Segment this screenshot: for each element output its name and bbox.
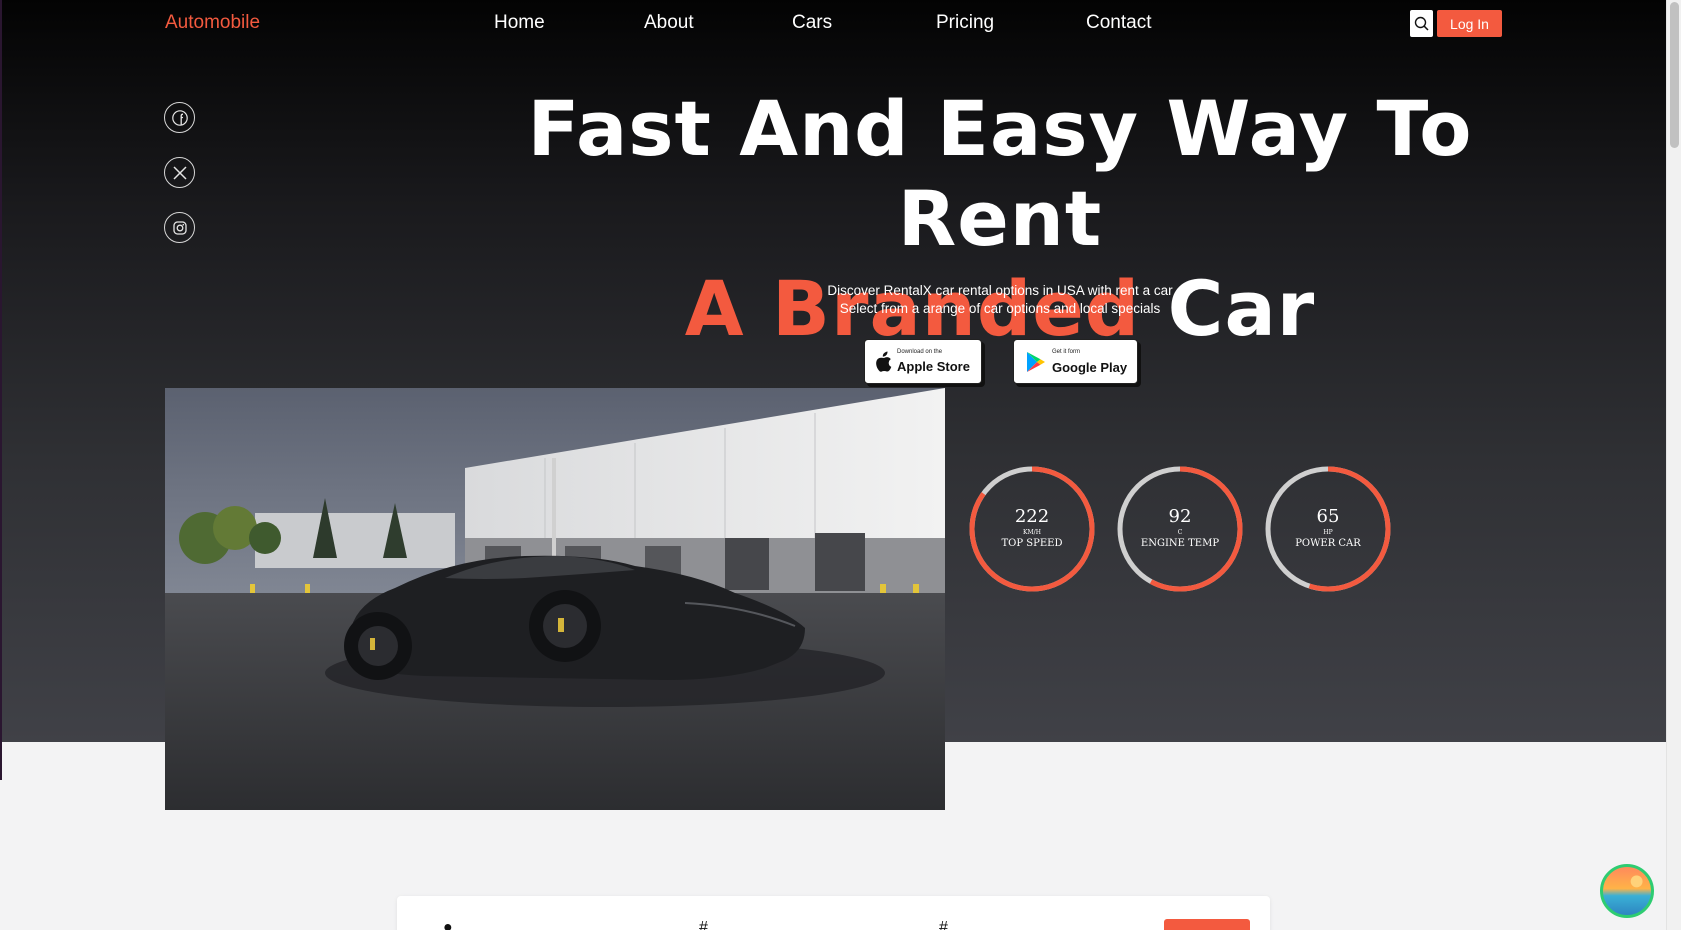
top-speed-value: 222 bbox=[1014, 506, 1050, 527]
brand-logo-link[interactable]: Automobile bbox=[165, 12, 260, 34]
stat-gauge-top-speed: 222 KM/H TOP SPEED bbox=[967, 464, 1097, 594]
apple-store-caption: Download on the bbox=[897, 349, 943, 355]
engine-temp-label: ENGINE TEMP bbox=[1140, 538, 1220, 549]
floating-avatar-button[interactable] bbox=[1600, 864, 1654, 918]
stat-gauge-power-car: 65 HP POWER CAR bbox=[1263, 464, 1393, 594]
instagram-link[interactable] bbox=[164, 212, 195, 243]
top-speed-label: TOP SPEED bbox=[1001, 538, 1063, 549]
google-play-icon bbox=[1027, 352, 1045, 372]
engine-temp-value: 92 bbox=[1168, 506, 1192, 527]
nav-link-home[interactable]: Home bbox=[494, 12, 545, 34]
facebook-icon bbox=[171, 109, 188, 126]
google-play-button[interactable]: Get it form Google Play bbox=[1013, 339, 1138, 384]
apple-store-button[interactable]: Download on the Apple Store bbox=[864, 339, 982, 384]
engine-temp-unit: C bbox=[1177, 529, 1183, 536]
nav-link-pricing[interactable]: Pricing bbox=[936, 12, 994, 34]
login-button[interactable]: Log In bbox=[1437, 10, 1502, 37]
nav-link-cars[interactable]: Cars bbox=[792, 12, 832, 34]
nav-link-contact[interactable]: Contact bbox=[1086, 12, 1151, 34]
top-navbar: Automobile Home About Cars Pricing Conta… bbox=[0, 0, 1666, 46]
search-button[interactable] bbox=[1410, 10, 1433, 37]
apple-store-label: Apple Store bbox=[897, 359, 970, 374]
scrollbar-thumb[interactable] bbox=[1670, 2, 1679, 148]
facebook-link[interactable] bbox=[164, 102, 195, 133]
search-cars-button[interactable] bbox=[1164, 919, 1250, 930]
power-car-label: POWER CAR bbox=[1295, 538, 1361, 549]
instagram-icon bbox=[172, 220, 187, 235]
power-car-value: 65 bbox=[1316, 506, 1340, 527]
location-pin-icon: ● bbox=[443, 919, 453, 930]
x-twitter-icon bbox=[172, 165, 187, 180]
hero-subtitle: Discover RentalX car rental options in U… bbox=[700, 282, 1300, 318]
hero-subtitle-line2: Select from a arange of car options and … bbox=[839, 301, 1161, 316]
apple-icon bbox=[876, 351, 892, 372]
calendar-return-icon: # bbox=[939, 919, 948, 930]
x-twitter-link[interactable] bbox=[164, 157, 195, 188]
hero-subtitle-line1: Discover RentalX car rental options in U… bbox=[827, 283, 1173, 298]
power-car-unit: HP bbox=[1323, 529, 1333, 536]
search-icon bbox=[1414, 16, 1429, 31]
hero-car-image bbox=[165, 388, 945, 810]
calendar-pickup-icon: # bbox=[699, 919, 708, 930]
google-play-caption: Get it form bbox=[1052, 349, 1081, 355]
nav-link-about[interactable]: About bbox=[644, 12, 694, 34]
google-play-label: Google Play bbox=[1052, 360, 1128, 375]
page-scrollbar[interactable] bbox=[1666, 0, 1681, 930]
stat-gauge-engine-temp: 92 C ENGINE TEMP bbox=[1115, 464, 1245, 594]
hero-title-line1: Fast And Easy Way To Rent bbox=[527, 84, 1473, 263]
booking-form-panel: ● # # bbox=[397, 896, 1270, 930]
top-speed-unit: KM/H bbox=[1023, 529, 1041, 536]
left-edge-divider bbox=[0, 0, 2, 780]
